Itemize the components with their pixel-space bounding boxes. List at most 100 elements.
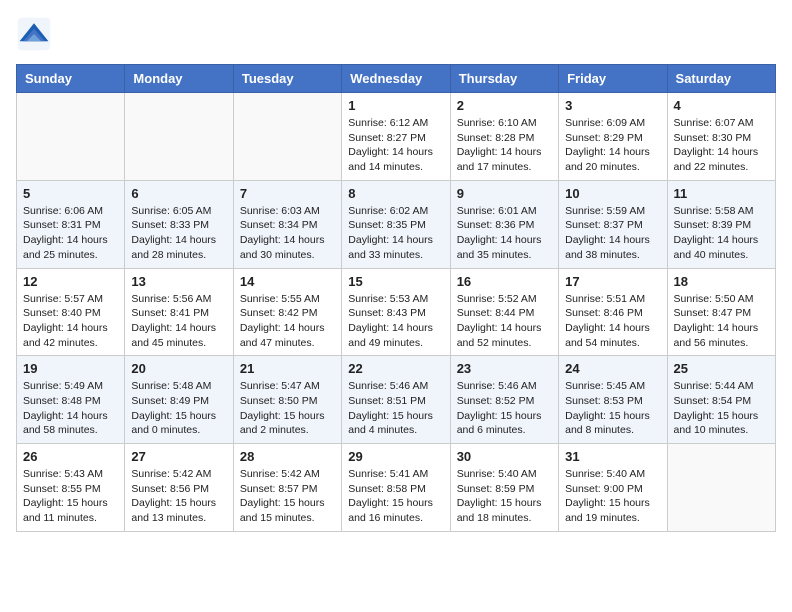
day-number: 4	[674, 98, 769, 113]
day-info: Sunrise: 5:48 AM Sunset: 8:49 PM Dayligh…	[131, 379, 226, 438]
calendar-cell: 14Sunrise: 5:55 AM Sunset: 8:42 PM Dayli…	[233, 268, 341, 356]
day-number: 22	[348, 361, 443, 376]
day-info: Sunrise: 5:51 AM Sunset: 8:46 PM Dayligh…	[565, 292, 660, 351]
weekday-header-saturday: Saturday	[667, 65, 775, 93]
calendar-cell: 17 Sunrise: 5:51 AM Sunset: 8:46 PM Dayli…	[559, 268, 667, 356]
day-info: Sunrise: 5:46 AM Sunset: 8:51 PM Dayligh…	[348, 379, 443, 438]
day-info: Sunrise: 5:53 AM Sunset: 8:43 PM Dayligh…	[348, 292, 443, 351]
day-info: Sunrise: 6:03 AM Sunset: 8:34 PM Dayligh…	[240, 204, 335, 263]
calendar-cell: 27 Sunrise: 5:42 AM Sunset: 8:56 PM Dayli…	[125, 444, 233, 532]
calendar-cell: 10 Sunrise: 5:59 AM Sunset: 8:37 PM Dayli…	[559, 180, 667, 268]
day-info: Sunrise: 6:07 AM Sunset: 8:30 PM Dayligh…	[674, 116, 769, 175]
calendar-cell: 8 Sunrise: 6:02 AM Sunset: 8:35 PM Daylig…	[342, 180, 450, 268]
day-number: 9	[457, 186, 552, 201]
calendar-cell: 1Sunrise: 6:12 AM Sunset: 8:27 PM Daylig…	[342, 93, 450, 181]
day-info: Sunrise: 5:52 AM Sunset: 8:44 PM Dayligh…	[457, 292, 552, 351]
day-number: 12	[23, 274, 118, 289]
day-number: 19	[23, 361, 118, 376]
logo	[16, 16, 58, 52]
day-number: 8	[348, 186, 443, 201]
calendar-cell: 25Sunrise: 5:44 AM Sunset: 8:54 PM Dayli…	[667, 356, 775, 444]
weekday-header-friday: Friday	[559, 65, 667, 93]
day-info: Sunrise: 5:45 AM Sunset: 8:53 PM Dayligh…	[565, 379, 660, 438]
weekday-header-thursday: Thursday	[450, 65, 558, 93]
day-info: Sunrise: 5:58 AM Sunset: 8:39 PM Dayligh…	[674, 204, 769, 263]
day-number: 7	[240, 186, 335, 201]
day-number: 6	[131, 186, 226, 201]
day-number: 23	[457, 361, 552, 376]
day-number: 10	[565, 186, 660, 201]
day-number: 17	[565, 274, 660, 289]
page-header	[16, 16, 776, 52]
day-info: Sunrise: 5:46 AM Sunset: 8:52 PM Dayligh…	[457, 379, 552, 438]
calendar-table: SundayMondayTuesdayWednesdayThursdayFrid…	[16, 64, 776, 532]
day-number: 13	[131, 274, 226, 289]
calendar-cell: 15 Sunrise: 5:53 AM Sunset: 8:43 PM Dayli…	[342, 268, 450, 356]
day-info: Sunrise: 5:56 AM Sunset: 8:41 PM Dayligh…	[131, 292, 226, 351]
calendar-cell: 22 Sunrise: 5:46 AM Sunset: 8:51 PM Dayli…	[342, 356, 450, 444]
calendar-cell: 18 Sunrise: 5:50 AM Sunset: 8:47 PM Dayli…	[667, 268, 775, 356]
day-number: 16	[457, 274, 552, 289]
day-info: Sunrise: 5:40 AM Sunset: 9:00 PM Dayligh…	[565, 467, 660, 526]
day-number: 24	[565, 361, 660, 376]
calendar-cell: 23 Sunrise: 5:46 AM Sunset: 8:52 PM Dayli…	[450, 356, 558, 444]
calendar-cell: 7 Sunrise: 6:03 AM Sunset: 8:34 PM Daylig…	[233, 180, 341, 268]
day-number: 20	[131, 361, 226, 376]
day-info: Sunrise: 5:43 AM Sunset: 8:55 PM Dayligh…	[23, 467, 118, 526]
calendar-cell: 6 Sunrise: 6:05 AM Sunset: 8:33 PM Daylig…	[125, 180, 233, 268]
calendar-week-2: 5 Sunrise: 6:06 AM Sunset: 8:31 PM Daylig…	[17, 180, 776, 268]
day-info: Sunrise: 6:06 AM Sunset: 8:31 PM Dayligh…	[23, 204, 118, 263]
calendar-cell: 4 Sunrise: 6:07 AM Sunset: 8:30 PM Daylig…	[667, 93, 775, 181]
calendar-week-5: 26Sunrise: 5:43 AM Sunset: 8:55 PM Dayli…	[17, 444, 776, 532]
day-number: 5	[23, 186, 118, 201]
calendar-cell: 2 Sunrise: 6:10 AM Sunset: 8:28 PM Daylig…	[450, 93, 558, 181]
day-info: Sunrise: 5:47 AM Sunset: 8:50 PM Dayligh…	[240, 379, 335, 438]
calendar-week-3: 12 Sunrise: 5:57 AM Sunset: 8:40 PM Dayli…	[17, 268, 776, 356]
calendar-cell: 19 Sunrise: 5:49 AM Sunset: 8:48 PM Dayli…	[17, 356, 125, 444]
calendar-cell	[17, 93, 125, 181]
day-number: 25	[674, 361, 769, 376]
day-info: Sunrise: 6:05 AM Sunset: 8:33 PM Dayligh…	[131, 204, 226, 263]
day-info: Sunrise: 5:59 AM Sunset: 8:37 PM Dayligh…	[565, 204, 660, 263]
day-info: Sunrise: 5:57 AM Sunset: 8:40 PM Dayligh…	[23, 292, 118, 351]
calendar-cell: 24 Sunrise: 5:45 AM Sunset: 8:53 PM Dayli…	[559, 356, 667, 444]
calendar-cell: 30 Sunrise: 5:40 AM Sunset: 8:59 PM Dayli…	[450, 444, 558, 532]
day-number: 31	[565, 449, 660, 464]
day-info: Sunrise: 5:42 AM Sunset: 8:56 PM Dayligh…	[131, 467, 226, 526]
calendar-cell: 29 Sunrise: 5:41 AM Sunset: 8:58 PM Dayli…	[342, 444, 450, 532]
day-info: Sunrise: 5:50 AM Sunset: 8:47 PM Dayligh…	[674, 292, 769, 351]
day-info: Sunrise: 5:42 AM Sunset: 8:57 PM Dayligh…	[240, 467, 335, 526]
calendar-cell: 9Sunrise: 6:01 AM Sunset: 8:36 PM Daylig…	[450, 180, 558, 268]
calendar-cell: 11Sunrise: 5:58 AM Sunset: 8:39 PM Dayli…	[667, 180, 775, 268]
weekday-header-wednesday: Wednesday	[342, 65, 450, 93]
day-info: Sunrise: 5:41 AM Sunset: 8:58 PM Dayligh…	[348, 467, 443, 526]
weekday-header-sunday: Sunday	[17, 65, 125, 93]
calendar-cell: 5 Sunrise: 6:06 AM Sunset: 8:31 PM Daylig…	[17, 180, 125, 268]
calendar-cell: 13 Sunrise: 5:56 AM Sunset: 8:41 PM Dayli…	[125, 268, 233, 356]
day-info: Sunrise: 5:49 AM Sunset: 8:48 PM Dayligh…	[23, 379, 118, 438]
calendar-cell: 16 Sunrise: 5:52 AM Sunset: 8:44 PM Dayli…	[450, 268, 558, 356]
calendar-cell	[233, 93, 341, 181]
weekday-header-row: SundayMondayTuesdayWednesdayThursdayFrid…	[17, 65, 776, 93]
calendar-cell: 26Sunrise: 5:43 AM Sunset: 8:55 PM Dayli…	[17, 444, 125, 532]
day-info: Sunrise: 6:10 AM Sunset: 8:28 PM Dayligh…	[457, 116, 552, 175]
day-info: Sunrise: 6:12 AM Sunset: 8:27 PM Dayligh…	[348, 116, 443, 175]
calendar-cell	[125, 93, 233, 181]
calendar-cell: 3Sunrise: 6:09 AM Sunset: 8:29 PM Daylig…	[559, 93, 667, 181]
day-info: Sunrise: 6:02 AM Sunset: 8:35 PM Dayligh…	[348, 204, 443, 263]
day-number: 21	[240, 361, 335, 376]
calendar-cell	[667, 444, 775, 532]
day-number: 27	[131, 449, 226, 464]
calendar-cell: 20 Sunrise: 5:48 AM Sunset: 8:49 PM Dayli…	[125, 356, 233, 444]
calendar-week-4: 19 Sunrise: 5:49 AM Sunset: 8:48 PM Dayli…	[17, 356, 776, 444]
day-number: 30	[457, 449, 552, 464]
day-number: 28	[240, 449, 335, 464]
day-info: Sunrise: 6:09 AM Sunset: 8:29 PM Dayligh…	[565, 116, 660, 175]
day-number: 18	[674, 274, 769, 289]
day-number: 15	[348, 274, 443, 289]
day-number: 29	[348, 449, 443, 464]
calendar-cell: 21 Sunrise: 5:47 AM Sunset: 8:50 PM Dayli…	[233, 356, 341, 444]
weekday-header-monday: Monday	[125, 65, 233, 93]
day-info: Sunrise: 5:40 AM Sunset: 8:59 PM Dayligh…	[457, 467, 552, 526]
day-number: 2	[457, 98, 552, 113]
